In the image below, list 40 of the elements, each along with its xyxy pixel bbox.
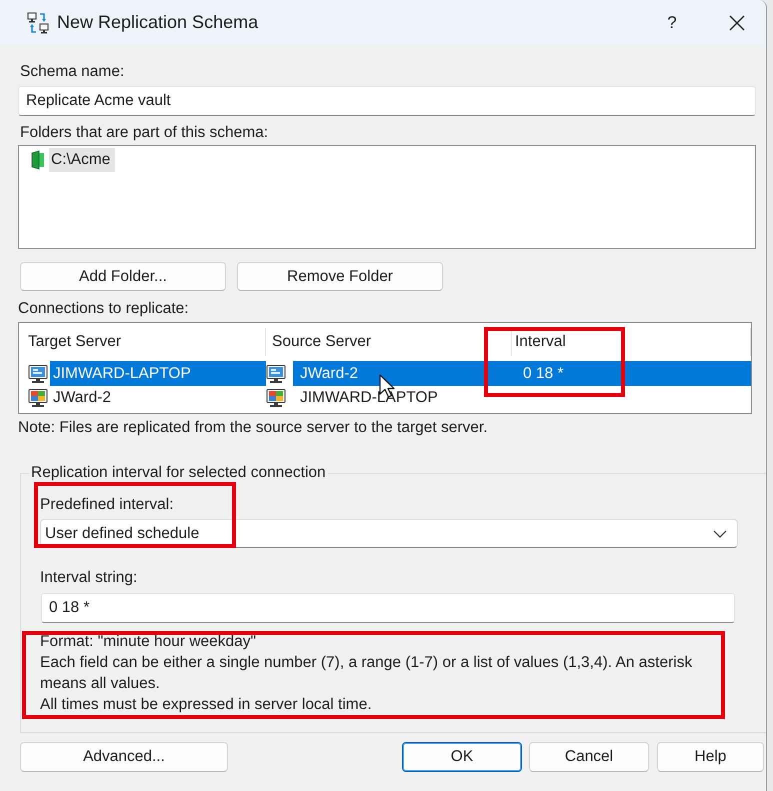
folder-list[interactable]: C:\Acme (18, 145, 756, 249)
group-title: Replication interval for selected connection (30, 463, 327, 483)
column-header[interactable]: Interval (512, 328, 751, 356)
table-cell[interactable]: JIMWARD-LAPTOP (293, 386, 512, 409)
text-field[interactable]: Replicate Acme vault (18, 86, 756, 116)
computer-icon (28, 388, 48, 406)
add-folder-button[interactable]: Add Folder... (20, 262, 226, 291)
column-header[interactable]: Source Server (266, 328, 512, 356)
chevron-down-icon (713, 530, 727, 538)
connections-table[interactable]: Target Server Source Server Interval JIMWARD-LAPTOP JWard-2 0 18 * JWard-2 JIMWARD-LAPTOP (18, 322, 752, 414)
dropdown[interactable]: User defined schedule (40, 519, 738, 548)
column-header[interactable]: Target Server (19, 328, 266, 356)
app-icon (27, 12, 49, 34)
help-button[interactable]: Help (657, 742, 764, 772)
field-label: Interval string: (40, 568, 138, 588)
field-label: Folders that are part of this schema: (19, 123, 270, 143)
window-title: New Replication Schema (57, 12, 258, 33)
field-label: Schema name: (19, 62, 126, 82)
help-text: All times must be expressed in server local time. (40, 695, 373, 715)
advanced-button[interactable]: Advanced... (20, 742, 228, 772)
computer-icon (266, 364, 286, 382)
help-text: Each field can be either a single number (7), a range (1-7) or a list of values (1,3,4). An asterisk means all values. (40, 653, 694, 694)
remove-folder-button[interactable]: Remove Folder (237, 262, 443, 291)
table-cell[interactable]: JWard-2 (293, 361, 512, 386)
list-item[interactable]: C:\Acme (49, 148, 116, 172)
field-label: Predefined interval: (40, 495, 175, 515)
table-cell[interactable]: 0 18 * (512, 361, 751, 386)
ok-button[interactable]: OK (402, 742, 522, 772)
close-icon[interactable] (729, 14, 745, 30)
help-text: Format: "minute hour weekday" (40, 632, 258, 652)
note-text: Note: Files are replicated from the source server to the target server. (18, 418, 489, 438)
context-help-button[interactable]: ? (664, 12, 680, 34)
computer-icon (266, 388, 286, 406)
field-label: Connections to replicate: (18, 299, 190, 319)
computer-icon (28, 364, 48, 382)
table-cell[interactable]: JWard-2 (50, 386, 266, 409)
cancel-button[interactable]: Cancel (529, 742, 649, 772)
folder-icon (30, 150, 46, 170)
table-cell[interactable]: JIMWARD-LAPTOP (50, 361, 266, 386)
text-field[interactable]: 0 18 * (41, 593, 735, 623)
